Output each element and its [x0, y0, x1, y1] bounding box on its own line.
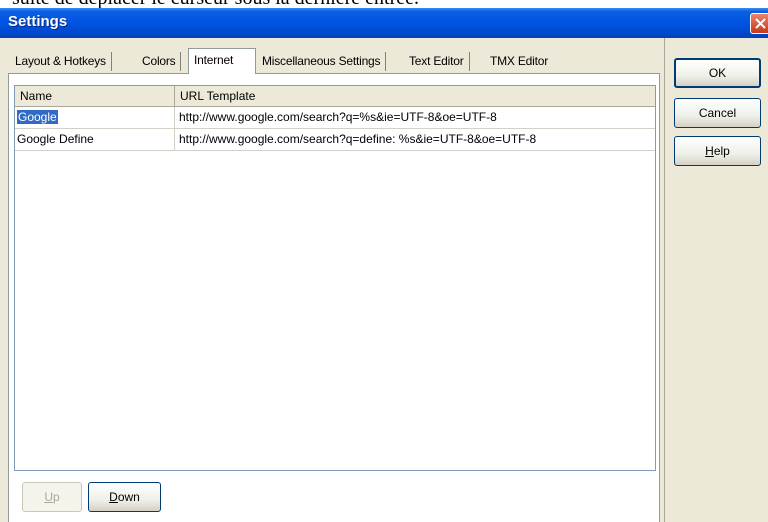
background-document-text: suite de déplacer le curseur sous la der… — [12, 0, 768, 8]
settings-dialog: Settings Layout & Hotkeys Colors Interne… — [0, 8, 768, 522]
name-cell[interactable]: Google — [15, 107, 175, 128]
up-mnemonic: U — [44, 490, 53, 504]
table-row[interactable]: Google Define http://www.google.com/sear… — [15, 129, 655, 151]
help-label-rest: elp — [713, 144, 730, 158]
tab-layout-hotkeys[interactable]: Layout & Hotkeys — [10, 52, 112, 71]
url-cell[interactable]: http://www.google.com/search?q=define: %… — [175, 129, 655, 150]
tab-tmx-editor[interactable]: TMX Editor — [485, 52, 553, 71]
down-mnemonic: D — [109, 490, 118, 504]
up-button[interactable]: Up — [22, 482, 82, 512]
column-header-url-template[interactable]: URL Template — [175, 86, 655, 106]
ok-button[interactable]: OK — [674, 58, 761, 88]
close-x-icon — [755, 18, 766, 29]
down-button[interactable]: Down — [88, 482, 161, 512]
close-button[interactable] — [750, 13, 768, 34]
down-label-rest: own — [117, 490, 140, 504]
table-header: Name URL Template — [15, 86, 655, 107]
column-header-name[interactable]: Name — [15, 86, 175, 106]
help-button[interactable]: Help — [674, 136, 761, 166]
selected-name-text: Google — [17, 110, 58, 124]
help-mnemonic: H — [705, 144, 714, 158]
tab-internet[interactable]: Internet — [188, 48, 256, 74]
table-row[interactable]: Google http://www.google.com/search?q=%s… — [15, 107, 655, 129]
search-url-table[interactable]: Name URL Template Google http://www.goog… — [14, 85, 656, 471]
url-cell[interactable]: http://www.google.com/search?q=%s&ie=UTF… — [175, 107, 655, 128]
up-label-rest: p — [52, 490, 60, 504]
window-title: Settings — [8, 13, 68, 30]
tab-strip: Layout & Hotkeys Colors Internet Miscell… — [8, 48, 668, 74]
tab-miscellaneous-settings[interactable]: Miscellaneous Settings — [257, 52, 387, 71]
tab-colors[interactable]: Colors — [137, 52, 182, 71]
title-bar[interactable]: Settings — [0, 8, 768, 38]
name-cell[interactable]: Google Define — [15, 129, 175, 150]
cancel-button[interactable]: Cancel — [674, 98, 761, 128]
tab-text-editor[interactable]: Text Editor — [404, 52, 470, 71]
button-column-divider — [664, 38, 665, 522]
